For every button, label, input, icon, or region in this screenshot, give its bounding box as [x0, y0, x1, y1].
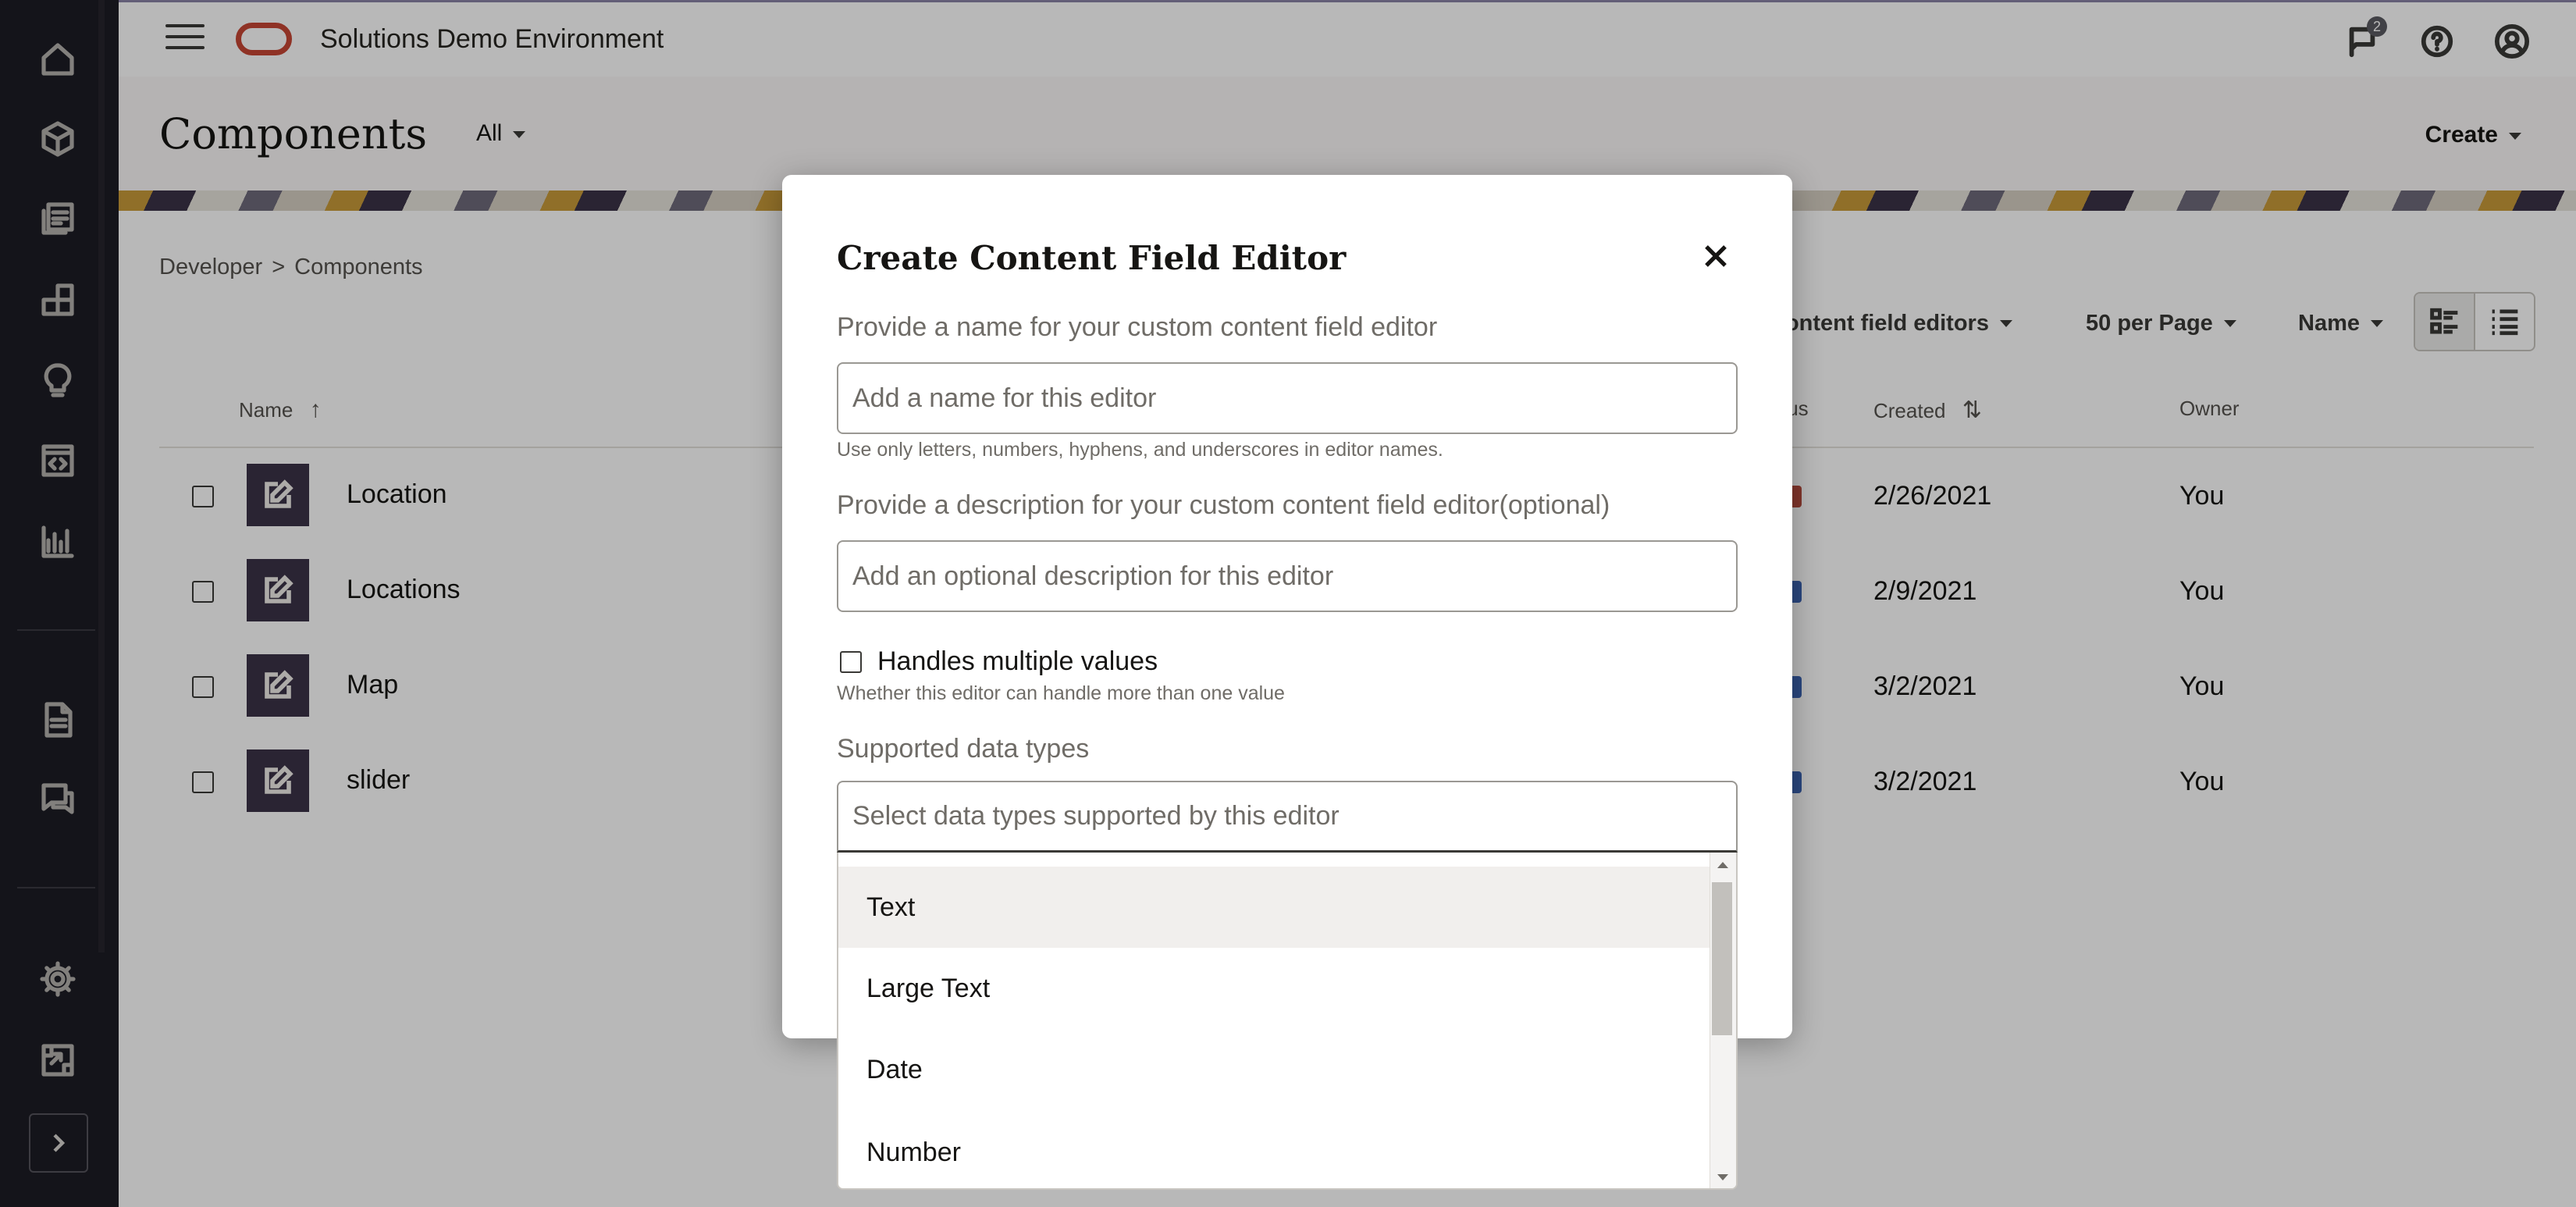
editor-name-input[interactable]	[837, 362, 1738, 434]
option-large-text[interactable]: Large Text	[838, 948, 1710, 1029]
scroll-down-arrow-icon[interactable]	[1717, 1174, 1728, 1180]
option-text[interactable]: Text	[838, 867, 1710, 948]
data-types-label: Supported data types	[837, 734, 1090, 764]
close-icon	[1705, 245, 1727, 267]
dialog-title: Create Content Field Editor	[837, 239, 1347, 277]
multiple-values-hint: Whether this editor can handle more than…	[837, 682, 1285, 704]
name-field-label: Provide a name for your custom content f…	[837, 312, 1438, 342]
listbox-scrollbar[interactable]	[1710, 853, 1736, 1188]
data-types-listbox[interactable]: Text Large Text Date Number	[837, 853, 1738, 1190]
editor-description-input[interactable]	[837, 540, 1738, 612]
name-field-hint: Use only letters, numbers, hyphens, and …	[837, 439, 1443, 461]
handles-multiple-values-label[interactable]: Handles multiple values	[877, 646, 1158, 677]
data-types-select-input[interactable]	[837, 781, 1738, 853]
close-dialog-button[interactable]	[1692, 233, 1739, 279]
handles-multiple-values-checkbox[interactable]	[840, 651, 862, 673]
scroll-up-arrow-icon[interactable]	[1717, 862, 1728, 868]
option-number[interactable]: Number	[838, 1112, 1710, 1188]
description-field-label: Provide a description for your custom co…	[837, 490, 1610, 520]
option-date[interactable]: Date	[838, 1029, 1710, 1110]
scrollbar-thumb[interactable]	[1712, 882, 1732, 1035]
